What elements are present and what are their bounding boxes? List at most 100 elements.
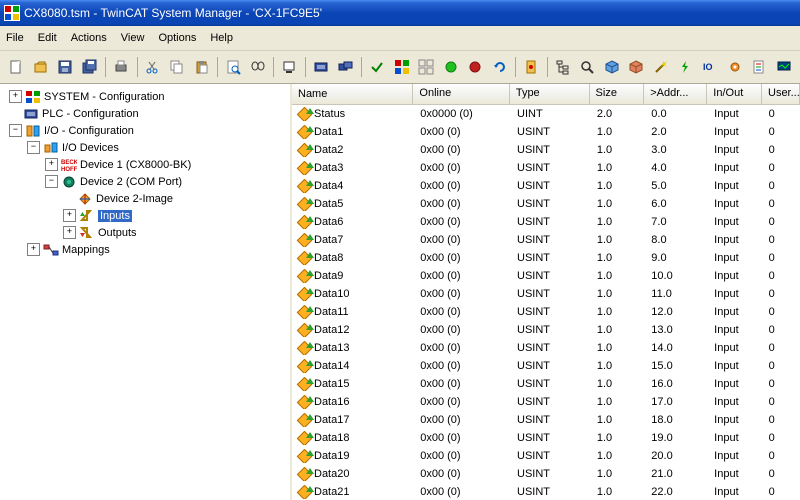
list-row[interactable]: Data150x00 (0)USINT1.016.0Input0 (292, 375, 800, 393)
list-row[interactable]: Data90x00 (0)USINT1.010.0Input0 (292, 267, 800, 285)
toolbar-lightning-icon[interactable] (674, 55, 697, 79)
cell-online: 0x00 (0) (414, 468, 511, 480)
cell-addr: 6.0 (645, 198, 708, 210)
tree-system-label: SYSTEM - Configuration (44, 91, 164, 103)
toolbar-find-icon[interactable] (247, 55, 270, 79)
cell-inout: Input (708, 234, 762, 246)
cell-user: 0 (763, 216, 800, 228)
cell-user: 0 (763, 324, 800, 336)
col-user[interactable]: User... (762, 84, 800, 104)
col-name[interactable]: Name (292, 84, 413, 104)
list-row[interactable]: Data120x00 (0)USINT1.013.0Input0 (292, 321, 800, 339)
cell-online: 0x00 (0) (414, 180, 511, 192)
toolbar-doc-icon[interactable] (748, 55, 771, 79)
list-row[interactable]: Status0x0000 (0)UINT2.00.0Input0 (292, 105, 800, 123)
variable-icon (298, 395, 312, 409)
cell-type: USINT (511, 198, 591, 210)
toolbar-check-icon[interactable] (366, 55, 389, 79)
toolbar-targets-icon[interactable] (334, 55, 357, 79)
toolbar-cut-icon[interactable] (142, 55, 165, 79)
menu-actions[interactable]: Actions (71, 32, 107, 44)
tree-pane[interactable]: + SYSTEM - Configuration PLC - Configura… (0, 84, 292, 500)
cell-addr: 14.0 (645, 342, 708, 354)
cell-size: 1.0 (591, 216, 645, 228)
cell-type: USINT (511, 342, 591, 354)
toolbar-monitor-icon[interactable] (772, 55, 795, 79)
col-type[interactable]: Type (510, 84, 590, 104)
menu-edit[interactable]: Edit (38, 32, 57, 44)
menu-view[interactable]: View (121, 32, 145, 44)
toolbar-cube1-icon[interactable] (601, 55, 624, 79)
tree-plc[interactable]: PLC - Configuration (0, 105, 290, 122)
variable-icon (298, 233, 312, 247)
col-addr[interactable]: >Addr... (644, 84, 707, 104)
list-row[interactable]: Data200x00 (0)USINT1.021.0Input0 (292, 465, 800, 483)
list-row[interactable]: Data110x00 (0)USINT1.012.0Input0 (292, 303, 800, 321)
toolbar-saveall-icon[interactable] (79, 55, 102, 79)
toolbar-print-icon[interactable] (110, 55, 133, 79)
list-row[interactable]: Data70x00 (0)USINT1.08.0Input0 (292, 231, 800, 249)
toolbar-tree-icon[interactable] (551, 55, 574, 79)
toolbar-stop-icon[interactable] (464, 55, 487, 79)
list-row[interactable]: Data170x00 (0)USINT1.018.0Input0 (292, 411, 800, 429)
list-row[interactable]: Data180x00 (0)USINT1.019.0Input0 (292, 429, 800, 447)
cell-user: 0 (763, 144, 800, 156)
menu-options[interactable]: Options (158, 32, 196, 44)
list-row[interactable]: Data140x00 (0)USINT1.015.0Input0 (292, 357, 800, 375)
toolbar-device-icon[interactable] (278, 55, 301, 79)
toolbar-open-icon[interactable] (30, 55, 53, 79)
tree-device2[interactable]: − Device 2 (COM Port) (0, 173, 290, 190)
toolbar-new-icon[interactable] (5, 55, 28, 79)
toolbar-copy-icon[interactable] (166, 55, 189, 79)
list-row[interactable]: Data100x00 (0)USINT1.011.0Input0 (292, 285, 800, 303)
toolbar-config-icon[interactable] (520, 55, 543, 79)
toolbar-wand-icon[interactable] (650, 55, 673, 79)
toolbar-activate-icon[interactable] (390, 55, 413, 79)
col-inout[interactable]: In/Out (707, 84, 762, 104)
toolbar-printpreview-icon[interactable] (222, 55, 245, 79)
toolbar-target-icon[interactable] (310, 55, 333, 79)
tree-inputs[interactable]: + Inputs (0, 207, 290, 224)
col-size[interactable]: Size (590, 84, 645, 104)
list-row[interactable]: Data190x00 (0)USINT1.020.0Input0 (292, 447, 800, 465)
variable-icon (298, 359, 312, 373)
toolbar-save-icon[interactable] (54, 55, 77, 79)
toolbar-run-icon[interactable] (439, 55, 462, 79)
list-row[interactable]: Data160x00 (0)USINT1.017.0Input0 (292, 393, 800, 411)
cell-size: 1.0 (591, 450, 645, 462)
list-row[interactable]: Data130x00 (0)USINT1.014.0Input0 (292, 339, 800, 357)
list-row[interactable]: Data10x00 (0)USINT1.02.0Input0 (292, 123, 800, 141)
list-body[interactable]: Status0x0000 (0)UINT2.00.0Input0Data10x0… (292, 105, 800, 500)
plc-icon (23, 106, 39, 122)
cell-type: USINT (511, 306, 591, 318)
toolbar-reload-icon[interactable] (415, 55, 438, 79)
col-online[interactable]: Online (413, 84, 509, 104)
list-row[interactable]: Data30x00 (0)USINT1.04.0Input0 (292, 159, 800, 177)
list-row[interactable]: Data20x00 (0)USINT1.03.0Input0 (292, 141, 800, 159)
list-row[interactable]: Data60x00 (0)USINT1.07.0Input0 (292, 213, 800, 231)
menu-file[interactable]: File (6, 32, 24, 44)
cell-type: USINT (511, 324, 591, 336)
tree-io[interactable]: − I/O - Configuration (0, 122, 290, 139)
toolbar-cube2-icon[interactable] (625, 55, 648, 79)
list-row[interactable]: Data210x00 (0)USINT1.022.0Input0 (292, 483, 800, 500)
tree-outputs[interactable]: + Outputs (0, 224, 290, 241)
toolbar-paste-icon[interactable] (191, 55, 214, 79)
toolbar-zoom-icon[interactable] (576, 55, 599, 79)
cell-size: 1.0 (591, 414, 645, 426)
toolbar-restart-icon[interactable] (488, 55, 511, 79)
toolbar-io-icon[interactable]: IO (699, 55, 722, 79)
tree-device1[interactable]: + BECKHOFF Device 1 (CX8000-BK) (0, 156, 290, 173)
cell-addr: 10.0 (645, 270, 708, 282)
list-row[interactable]: Data80x00 (0)USINT1.09.0Input0 (292, 249, 800, 267)
list-row[interactable]: Data40x00 (0)USINT1.05.0Input0 (292, 177, 800, 195)
tree-iodevices[interactable]: − I/O Devices (0, 139, 290, 156)
tree-device2-image[interactable]: Device 2-Image (0, 190, 290, 207)
list-row[interactable]: Data50x00 (0)USINT1.06.0Input0 (292, 195, 800, 213)
tree-system[interactable]: + SYSTEM - Configuration (0, 88, 290, 105)
menu-help[interactable]: Help (210, 32, 233, 44)
svg-text:BECK: BECK (61, 160, 77, 166)
tree-mappings[interactable]: + Mappings (0, 241, 290, 258)
toolbar-settings-icon[interactable] (723, 55, 746, 79)
cell-size: 1.0 (591, 198, 645, 210)
